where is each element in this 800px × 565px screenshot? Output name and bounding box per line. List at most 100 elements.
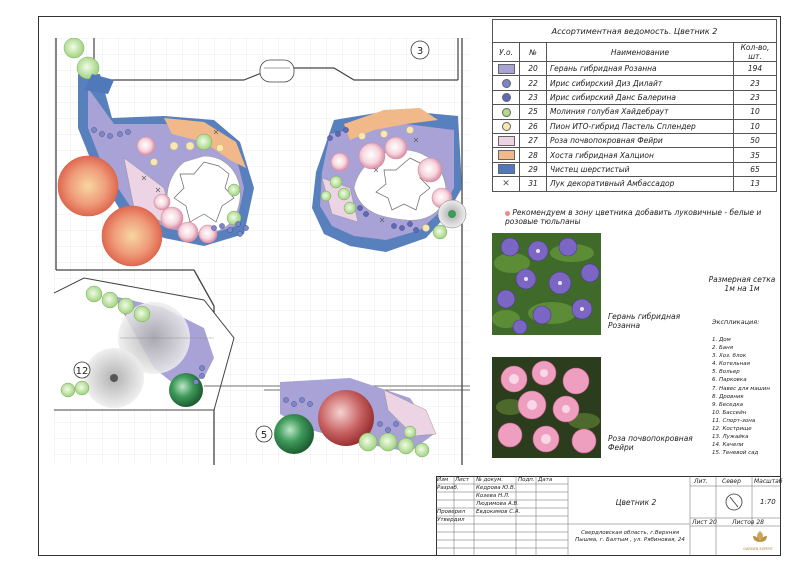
stamp-sheets-value: 28 [756, 519, 764, 526]
legend-item: 3. Хоз. блок [712, 353, 747, 360]
recommendation: Рекомендуем в зону цветника добавить лук… [505, 208, 775, 226]
row-symbol [492, 104, 520, 120]
row-quantity: 65 [733, 161, 777, 178]
garden-expert-logo-icon [753, 531, 767, 542]
row-name: Чистец шерстистый [546, 161, 734, 178]
header-name: Наименование [546, 42, 734, 62]
row-number: 26 [519, 118, 547, 134]
photo-geranium [492, 233, 601, 335]
row-symbol [492, 60, 520, 77]
legend-item: 8. Дровник [712, 393, 744, 400]
header-quantity: Кол-во, шт. [733, 42, 777, 62]
stamp-person: Козева Н.Л. [476, 493, 510, 499]
plant-swatch-icon [497, 63, 515, 74]
row-quantity: 10 [733, 104, 777, 120]
legend-item: 10. Бассейн [712, 409, 747, 416]
row-number: 27 [519, 132, 547, 149]
grid-note: Размерная сетка 1м на 1м [708, 275, 776, 293]
row-quantity: 194 [733, 60, 777, 77]
row-symbol: ✕ [492, 176, 520, 192]
row-name: Лук декоративный Амбассадор [546, 176, 734, 192]
stamp-role: Проверил [437, 509, 466, 515]
legend-item: 14. Качели [712, 442, 744, 449]
assortment-title: Ассортиментная ведомость. Цветник 2 [492, 19, 777, 43]
row-quantity: 23 [733, 75, 777, 91]
garden-plan: 3 12 5 [54, 38, 470, 465]
legend-item: 1. Дом [712, 337, 731, 343]
stamp-sheet-label: Лист [692, 519, 708, 526]
plan-label-12: 12 [76, 366, 89, 377]
stamp-scale-label: Масштаб [754, 478, 783, 485]
row-number: 25 [519, 104, 547, 120]
assortment-row: 29 Чистец шерстистый 65 [492, 161, 777, 178]
stamp-title: Цветник 2 [615, 498, 657, 507]
assortment-row: 22 Ирис сибирский Диз Дилайт 23 [492, 75, 777, 91]
legend-item: 15. Теневой сад [712, 450, 759, 457]
header-symbol: У.о. [492, 42, 520, 62]
plan-label-3: 3 [417, 46, 423, 57]
row-symbol [492, 75, 520, 91]
assortment-row: 28 Хоста гибридная Халцион 35 [492, 147, 777, 163]
row-quantity: 23 [733, 89, 777, 106]
assortment-row: 25 Молиния голубая Хайдебраут 10 [492, 104, 777, 120]
row-name: Ирис сибирский Диз Дилайт [546, 75, 734, 91]
assortment-row: 23 Ирис сибирский Данс Балерина 23 [492, 89, 777, 106]
row-symbol [492, 118, 520, 134]
row-name: Молиния голубая Хайдебраут [546, 104, 734, 120]
row-name: Ирис сибирский Данс Балерина [546, 89, 734, 106]
stamp-header: Изм Лист № докум. Подп. Дата [436, 476, 568, 484]
plant-dot-icon [501, 107, 511, 117]
row-name: Герань гибридная Розанна [546, 60, 734, 77]
assortment-table: Ассортиментная ведомость. Цветник 2 У.о.… [492, 19, 777, 192]
stamp-sheets-label: Листов [732, 519, 755, 526]
row-number: 20 [519, 60, 547, 77]
row-quantity: 35 [733, 147, 777, 163]
drawing-sheet: 3 12 5 Ассортиментная ведомость. Цветник… [0, 0, 800, 565]
assortment-rows: 20 Герань гибридная Розанна 194 22 Ирис сиби… [492, 60, 777, 192]
stamp-person: Кедрова Ю.В. [476, 485, 516, 491]
legend-item: 12. Кострище [712, 426, 752, 433]
assortment-row: 26 Пион ИТО-гибрид Пастель Сплендер 10 [492, 118, 777, 134]
row-number: 23 [519, 89, 547, 106]
legend-item: 6. Парковка [712, 377, 747, 384]
row-name: Пион ИТО-гибрид Пастель Сплендер [546, 118, 734, 134]
row-quantity: 13 [733, 176, 777, 192]
legend-item: 4. Котельная [712, 361, 750, 368]
stamp-header-cell: Лист [455, 477, 469, 483]
plant-swatch-icon [497, 150, 515, 161]
header-number: № [519, 42, 547, 62]
row-number: 29 [519, 161, 547, 178]
stamp-header-cell: Дата [538, 477, 553, 483]
legend-item: 2. Баня [712, 345, 734, 352]
assortment-row: 27 Роза почвопокровная Фейри 50 [492, 132, 777, 149]
legend-item: 7. Навес для машин [712, 385, 770, 392]
stamp-north-label: Север [722, 478, 741, 485]
stamp-header-cell: Подп. [518, 477, 535, 483]
photo-caption-geranium: Герань гибридная Розанна [608, 312, 681, 330]
plant-dot-icon [501, 93, 511, 103]
assortment-row: ✕ 31 Лук декоративный Амбассадор 13 [492, 176, 777, 192]
row-quantity: 50 [733, 132, 777, 149]
plant-swatch-icon [497, 164, 515, 175]
photo-rose [492, 357, 601, 458]
stamp-role: Утвердил [437, 517, 465, 523]
stamp-sheets: Листов 28 [732, 518, 764, 527]
title-block: Изм Лист № докум. Подп. Дата Разраб. Кедрова … [436, 476, 783, 556]
plant-swatch-icon [497, 135, 515, 146]
stamp-header-cell: Изм [437, 477, 449, 483]
assortment-row: 20 Герань гибридная Розанна 194 [492, 60, 777, 77]
legend-item: 9. Беседка [712, 401, 744, 408]
stamp-sheet-value: 20 [709, 519, 717, 526]
row-symbol [492, 132, 520, 149]
photo-caption-rose: Роза почвопокровная Фейри [608, 434, 693, 452]
tulip-icon [505, 210, 510, 216]
row-quantity: 10 [733, 118, 777, 134]
plant-dot-icon [501, 122, 511, 131]
legend-list: 1. Дом 2. Баня 3. Хоз. блок 4. Котельная 5. … [712, 336, 780, 457]
stamp-address: Свердловская область, г.Верхняя Пышма, г… [575, 530, 685, 543]
row-number: 28 [519, 147, 547, 163]
row-number: 31 [519, 176, 547, 192]
stamp-header-cell: № докум. [476, 477, 504, 483]
row-name: Хоста гибридная Халцион [546, 147, 734, 163]
legend-item: 13. Лужайка [712, 434, 749, 441]
